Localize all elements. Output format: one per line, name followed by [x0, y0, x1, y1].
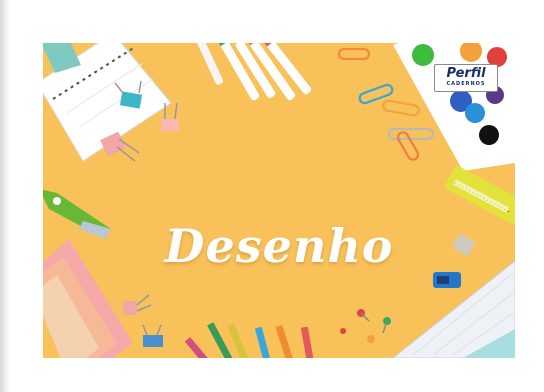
cover-title: Desenho: [164, 219, 394, 273]
watercolor-palette-icon: [393, 43, 515, 171]
brand-subtitle: CADERNOS: [446, 81, 486, 87]
notebook-cover: Desenho Perfil CADERNOS: [43, 43, 515, 358]
notebook-sheet: Desenho Perfil CADERNOS: [0, 0, 544, 392]
colored-pencil-icon: [184, 322, 317, 358]
brand-name: Perfil: [446, 66, 486, 81]
brand-logo: Perfil CADERNOS: [434, 64, 498, 92]
marker-pen-icon: [190, 43, 312, 101]
ruler-icon: [443, 164, 515, 228]
push-pin-icon: [340, 309, 391, 343]
